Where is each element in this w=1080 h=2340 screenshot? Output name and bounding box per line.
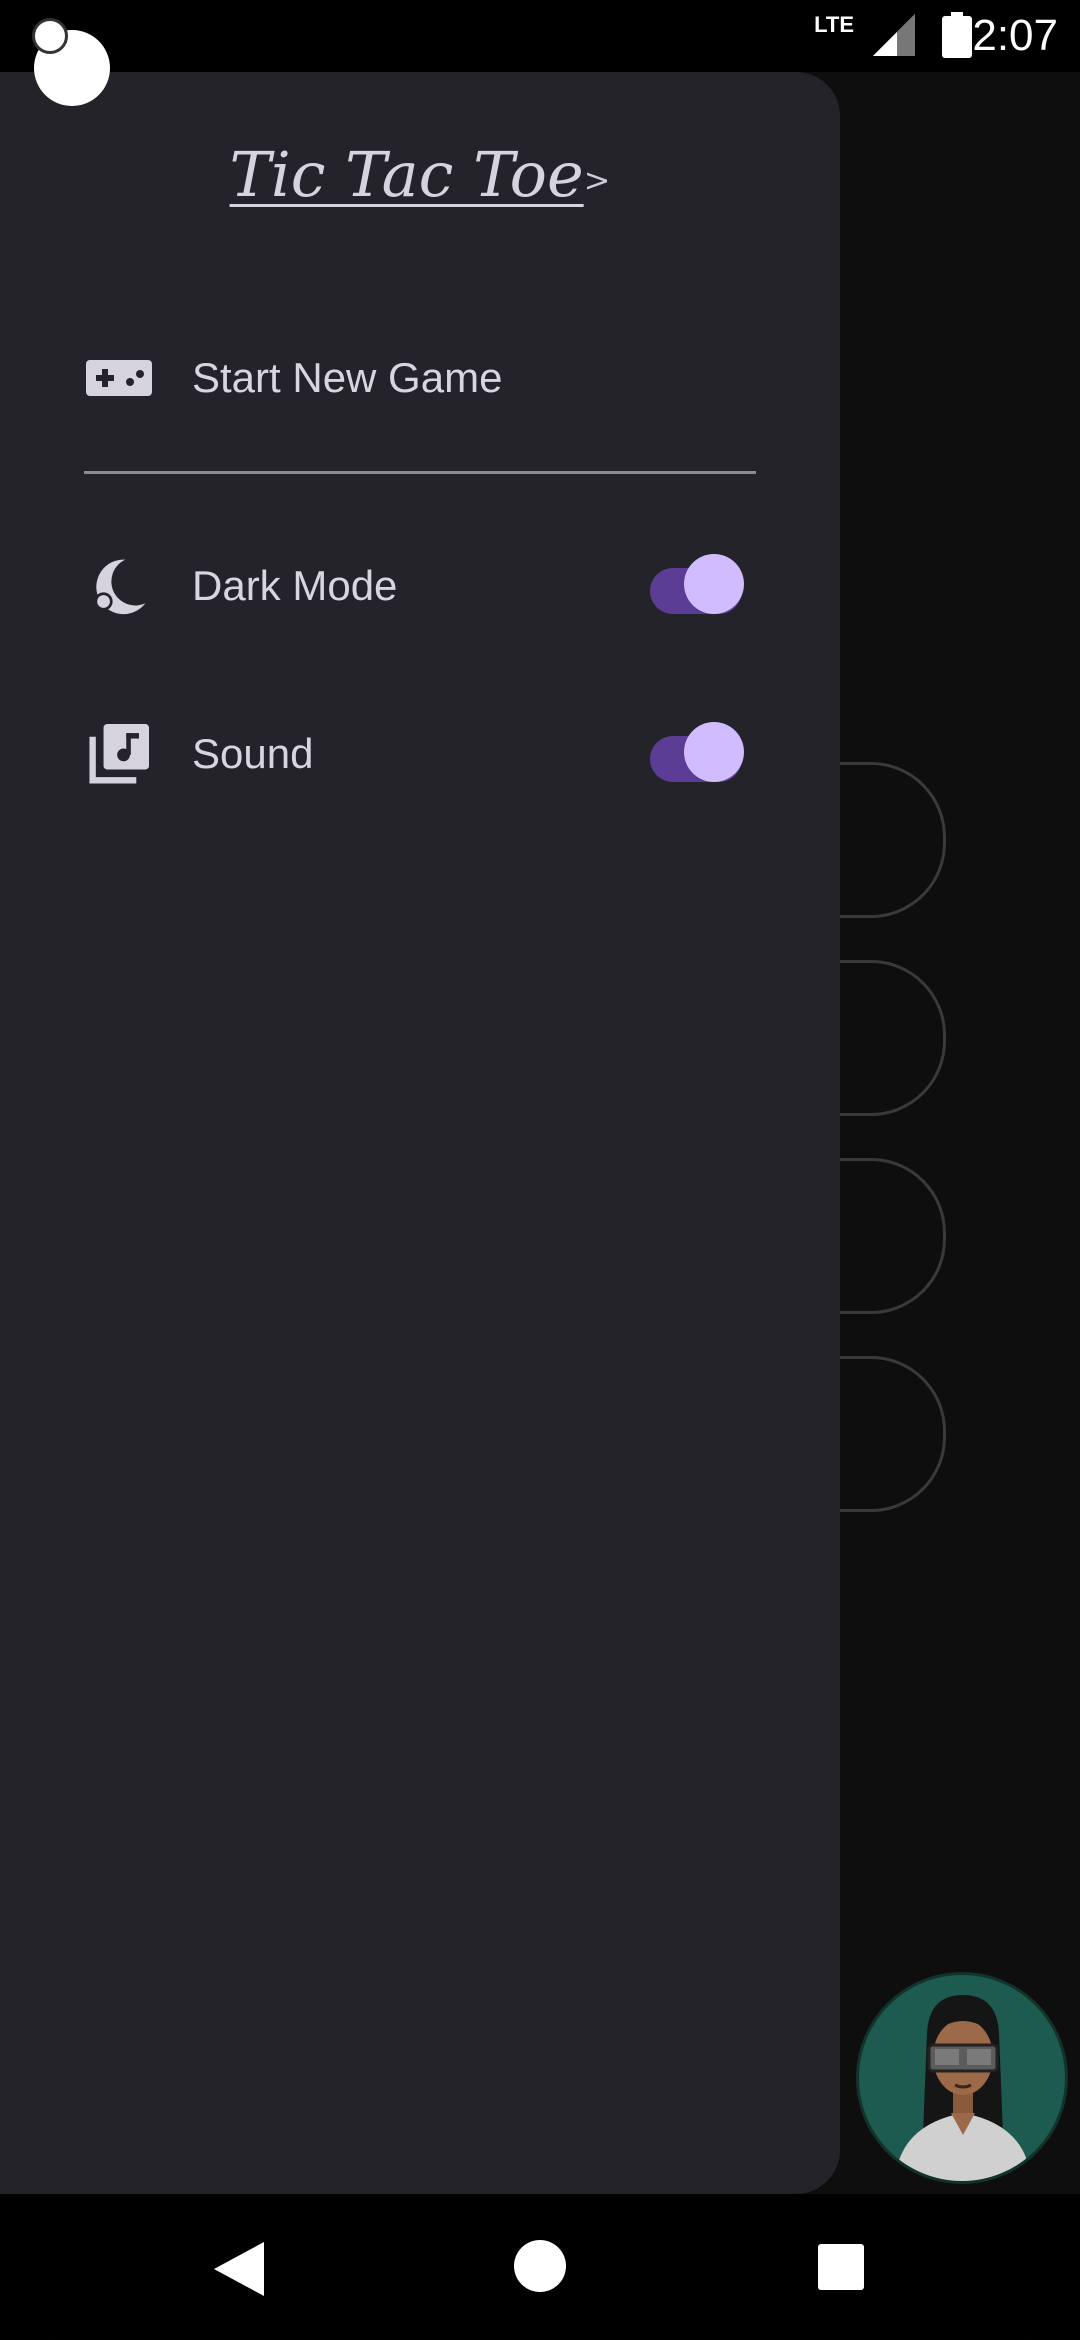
- app-title: Tic Tac Toe: [229, 138, 584, 211]
- status-bar: LTE 12:07: [0, 0, 1080, 72]
- system-navigation-bar: [0, 2194, 1080, 2340]
- switch-thumb: [684, 722, 744, 782]
- sound-switch[interactable]: [648, 720, 748, 784]
- signal-icon: [873, 14, 915, 56]
- home-icon[interactable]: [514, 2240, 566, 2292]
- navigation-drawer: Tic Tac Toe> Start New Game Dark Mode So…: [0, 72, 840, 2194]
- title-suffix: >: [583, 160, 611, 199]
- menu-label: Start New Game: [192, 354, 503, 401]
- divider: [84, 471, 756, 474]
- dark-mode-switch[interactable]: [648, 552, 748, 616]
- menu-item-start-new-game[interactable]: Start New Game: [0, 322, 840, 432]
- dark-mode-icon: [94, 559, 146, 615]
- clock: 12:07: [947, 11, 1058, 60]
- music-library-icon: [89, 724, 149, 784]
- switch-thumb: [684, 554, 744, 614]
- avatar[interactable]: [856, 1972, 1068, 2184]
- menu-label: Sound: [192, 730, 314, 777]
- recents-icon[interactable]: [818, 2244, 864, 2290]
- network-type: LTE: [814, 12, 854, 37]
- back-icon[interactable]: [214, 2242, 264, 2296]
- menu-item-sound[interactable]: Sound: [0, 698, 840, 808]
- menu-item-dark-mode[interactable]: Dark Mode: [0, 530, 840, 640]
- menu-label: Dark Mode: [192, 562, 398, 609]
- player-avatar-icon: [895, 1995, 1031, 2181]
- front-camera-lens: [32, 18, 68, 54]
- gamepad-icon: [86, 360, 152, 396]
- app-screen: LTE 12:07 Tic Tac Toe> Start New Game Da…: [0, 0, 1080, 2340]
- drawer-title: Tic Tac Toe>: [0, 138, 840, 211]
